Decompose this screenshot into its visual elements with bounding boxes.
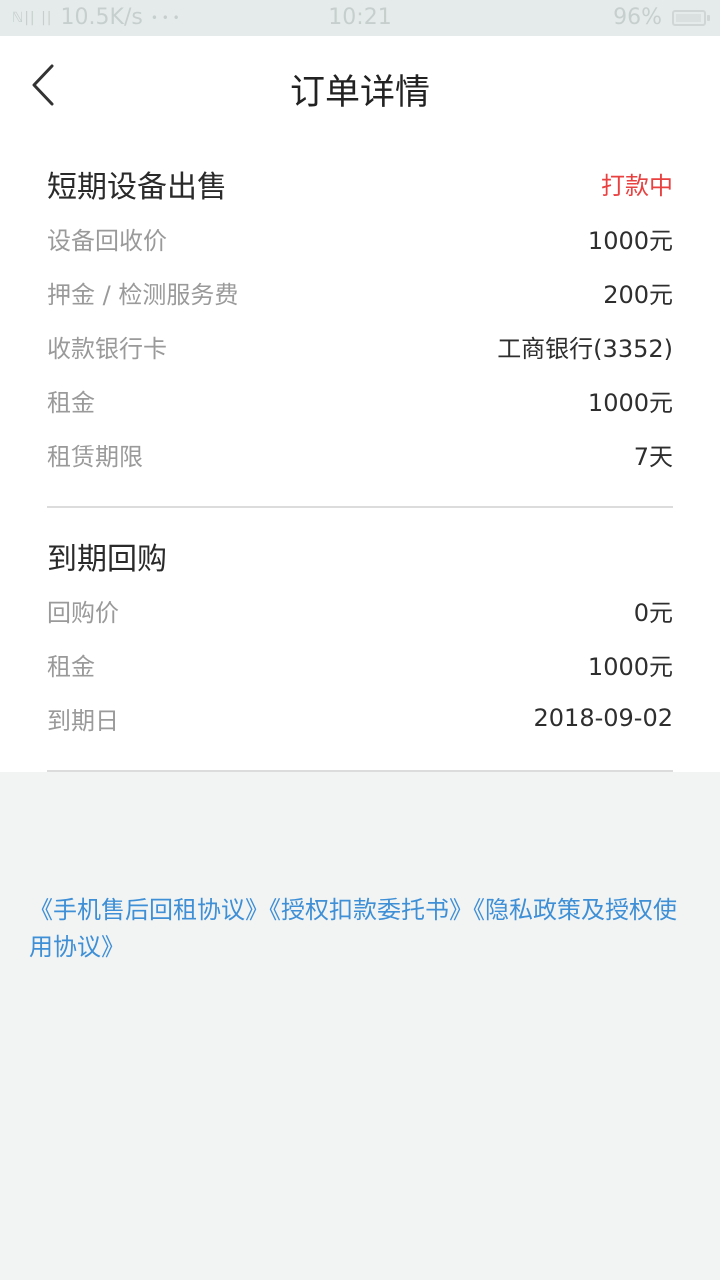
section-title-sale: 短期设备出售 xyxy=(47,170,227,205)
detail-row: 到期日 2018-09-02 xyxy=(47,698,673,738)
row-value: 7天 xyxy=(633,442,673,471)
status-bar: ℕ|| || 10.5K/s • • • 10:21 96% xyxy=(0,0,720,36)
status-badge: 打款中 xyxy=(601,172,673,200)
battery-percent: 96% xyxy=(613,5,662,30)
agreement-links: 《手机售后回租协议》《授权扣款委托书》《隐私政策及授权使用协议》 xyxy=(29,892,689,966)
battery-icon xyxy=(672,9,710,26)
agreement-link-leaseback[interactable]: 《手机售后回租协议》 xyxy=(29,896,269,924)
row-value: 1000元 xyxy=(587,388,673,417)
detail-row: 租金 1000元 xyxy=(47,644,673,684)
status-time: 10:21 xyxy=(328,5,392,30)
detail-row: 收款银行卡 工商银行(3352) xyxy=(47,326,673,366)
section-title-buyback: 到期回购 xyxy=(47,542,167,577)
detail-row: 设备回收价 1000元 xyxy=(47,218,673,258)
page-title: 订单详情 xyxy=(289,73,430,113)
detail-row: 回购价 0元 xyxy=(47,590,673,630)
agreement-link-debit-authorization[interactable]: 《授权扣款委托书》 xyxy=(269,896,473,924)
detail-row: 押金 / 检测服务费 200元 xyxy=(47,272,673,312)
row-label: 租赁期限 xyxy=(47,442,143,471)
row-label: 租金 xyxy=(47,652,95,681)
row-label: 押金 / 检测服务费 xyxy=(47,280,239,309)
row-label: 到期日 xyxy=(47,706,119,735)
detail-row: 租赁期限 7天 xyxy=(47,434,673,474)
row-value: 200元 xyxy=(603,280,673,309)
row-value: 工商银行(3352) xyxy=(497,334,673,363)
row-label: 收款银行卡 xyxy=(47,334,167,363)
section-divider xyxy=(47,506,673,508)
order-detail-card: 短期设备出售 打款中 设备回收价 1000元 押金 / 检测服务费 200元 收… xyxy=(0,140,720,772)
status-right: 96% xyxy=(613,5,710,30)
row-value: 0元 xyxy=(633,598,673,627)
row-label: 租金 xyxy=(47,388,95,417)
battery-fill xyxy=(676,13,701,22)
row-value: 1000元 xyxy=(587,652,673,681)
section-divider xyxy=(47,770,673,772)
row-value: 2018-09-02 xyxy=(533,704,673,732)
row-label: 设备回收价 xyxy=(47,226,167,255)
row-label: 回购价 xyxy=(47,598,119,627)
detail-row: 租金 1000元 xyxy=(47,380,673,420)
row-value: 1000元 xyxy=(587,226,673,255)
nav-bar: 订单详情 xyxy=(0,36,720,140)
